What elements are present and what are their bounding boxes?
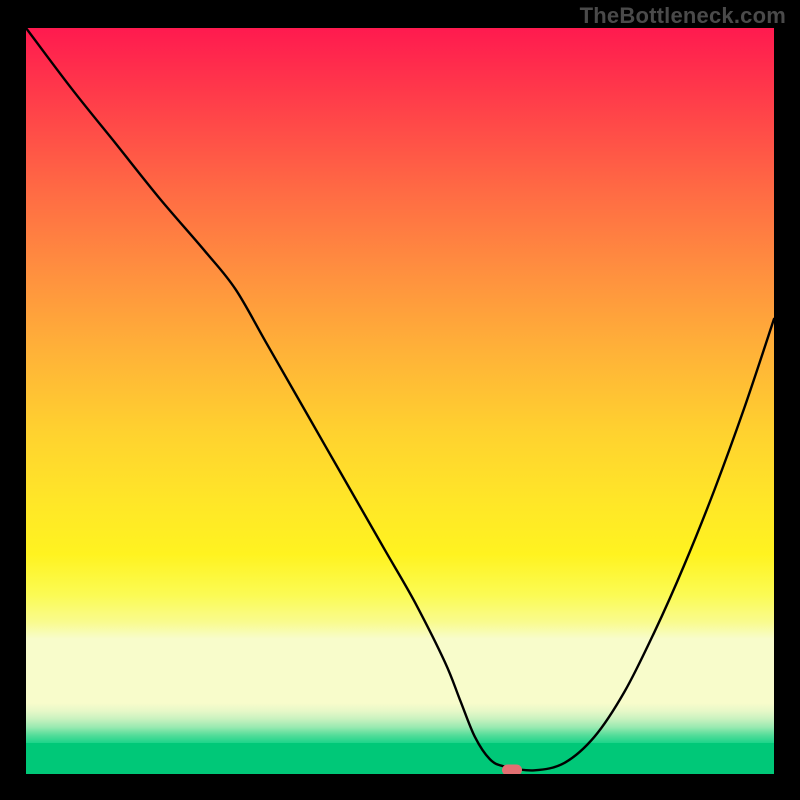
chart-frame: TheBottleneck.com [0,0,800,800]
bottleneck-curve [26,28,774,774]
plot-area [26,28,774,774]
watermark-text: TheBottleneck.com [580,3,786,29]
optimum-marker [502,765,522,774]
